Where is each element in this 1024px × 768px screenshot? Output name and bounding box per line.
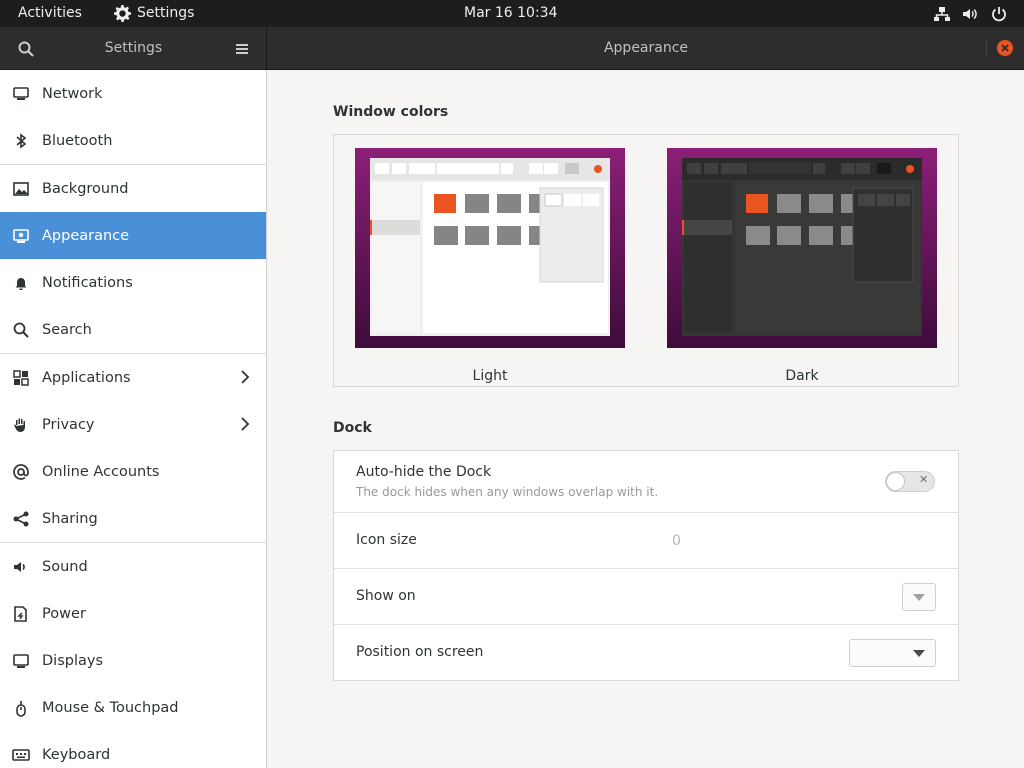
share-icon xyxy=(12,510,30,528)
chevron-right-icon xyxy=(241,417,250,431)
sidebar-item-mouse-touchpad[interactable]: Mouse & Touchpad xyxy=(0,684,266,731)
sidebar-item-keyboard[interactable]: Keyboard xyxy=(0,731,266,768)
sidebar-item-notifications[interactable]: Notifications xyxy=(0,259,266,306)
auto-hide-label: Auto-hide the Dock xyxy=(356,464,492,480)
network-icon xyxy=(12,85,30,103)
mouse-icon xyxy=(12,699,30,717)
search-icon xyxy=(12,321,30,339)
close-icon xyxy=(1001,44,1009,52)
position-label: Position on screen xyxy=(356,644,484,660)
sidebar-item-label: Online Accounts xyxy=(42,463,160,480)
show-on-label: Show on xyxy=(356,588,416,604)
top-bar: Activities Settings Mar 16 10:34 xyxy=(0,0,1024,27)
sidebar-item-label: Keyboard xyxy=(42,746,111,763)
dock-heading: Dock xyxy=(333,420,372,436)
icon-size-label: Icon size xyxy=(356,532,417,548)
sidebar-item-sound[interactable]: Sound xyxy=(0,543,266,590)
sidebar-header: Settings xyxy=(0,27,267,70)
close-button[interactable] xyxy=(997,40,1013,56)
app-menu-button[interactable]: Settings xyxy=(114,0,194,27)
sidebar: Network Bluetooth Background Appearance … xyxy=(0,70,267,768)
dock-settings-list: Auto-hide the Dock The dock hides when a… xyxy=(333,450,959,681)
speaker-icon xyxy=(12,558,30,576)
sidebar-item-power[interactable]: Power xyxy=(0,590,266,637)
sidebar-item-label: Search xyxy=(42,321,92,338)
sidebar-item-background[interactable]: Background xyxy=(0,165,266,212)
chevron-down-icon xyxy=(913,650,925,657)
background-icon xyxy=(12,180,30,198)
show-on-dropdown[interactable] xyxy=(902,583,936,611)
sidebar-item-label: Network xyxy=(42,85,103,102)
bluetooth-icon xyxy=(12,132,30,150)
icon-size-row[interactable]: Icon size 0 xyxy=(334,513,958,569)
sidebar-item-network[interactable]: Network xyxy=(0,70,266,117)
app-menu-label: Settings xyxy=(137,5,195,21)
grid-icon xyxy=(12,369,30,387)
light-theme-preview xyxy=(355,148,625,348)
position-row[interactable]: Position on screen xyxy=(334,625,958,681)
icon-size-value: 0 xyxy=(672,533,681,549)
auto-hide-description: The dock hides when any windows overlap … xyxy=(356,485,659,499)
show-on-row[interactable]: Show on xyxy=(334,569,958,625)
window-colors-frame: Light Dark xyxy=(333,134,959,387)
sidebar-item-label: Mouse & Touchpad xyxy=(42,699,179,716)
at-icon xyxy=(12,463,30,481)
chevron-down-icon xyxy=(913,594,925,601)
sidebar-item-privacy[interactable]: Privacy xyxy=(0,401,266,448)
header-bar: Settings Appearance xyxy=(0,27,1024,70)
toggle-off-icon: ✕ xyxy=(919,473,929,486)
sidebar-item-search[interactable]: Search xyxy=(0,306,266,353)
search-icon[interactable] xyxy=(17,40,35,58)
sidebar-item-label: Sound xyxy=(42,558,88,575)
sidebar-item-label: Sharing xyxy=(42,510,98,527)
position-dropdown[interactable] xyxy=(849,639,936,667)
settings-title: Settings xyxy=(104,40,163,56)
dark-theme-option[interactable]: Dark xyxy=(667,148,937,384)
sidebar-item-sharing[interactable]: Sharing xyxy=(0,495,266,542)
power-plug-icon xyxy=(12,605,30,623)
sidebar-item-label: Privacy xyxy=(42,416,95,433)
window-colors-heading: Window colors xyxy=(333,104,449,120)
display-icon xyxy=(12,652,30,670)
volume-icon[interactable] xyxy=(961,5,979,23)
dark-theme-label: Dark xyxy=(785,368,819,384)
sidebar-item-applications[interactable]: Applications xyxy=(0,354,266,401)
sidebar-item-appearance[interactable]: Appearance xyxy=(0,212,266,259)
sidebar-item-label: Power xyxy=(42,605,86,622)
network-wired-icon[interactable] xyxy=(933,5,951,23)
sidebar-item-label: Bluetooth xyxy=(42,132,113,149)
main-panel: Window colors Light Dark Dock Auto-hide … xyxy=(268,70,1024,768)
hamburger-menu-icon[interactable] xyxy=(234,42,250,56)
sidebar-item-label: Background xyxy=(42,180,129,197)
gear-icon xyxy=(114,5,131,22)
power-icon[interactable] xyxy=(990,5,1008,23)
clock[interactable]: Mar 16 10:34 xyxy=(464,0,557,27)
sidebar-item-displays[interactable]: Displays xyxy=(0,637,266,684)
sidebar-item-label: Notifications xyxy=(42,274,133,291)
dark-theme-preview xyxy=(667,148,937,348)
toggle-knob xyxy=(886,472,905,491)
bell-icon xyxy=(12,274,30,292)
sidebar-item-online-accounts[interactable]: Online Accounts xyxy=(0,448,266,495)
sidebar-item-label: Displays xyxy=(42,652,104,669)
sidebar-item-bluetooth[interactable]: Bluetooth xyxy=(0,117,266,164)
keyboard-icon xyxy=(12,746,30,764)
header-separator xyxy=(986,39,987,58)
light-theme-option[interactable]: Light xyxy=(355,148,625,384)
hand-icon xyxy=(12,416,30,434)
light-theme-label: Light xyxy=(472,368,508,384)
auto-hide-row[interactable]: Auto-hide the Dock The dock hides when a… xyxy=(334,451,958,513)
sidebar-item-label: Appearance xyxy=(42,227,130,244)
appearance-icon xyxy=(12,227,30,245)
sidebar-item-label: Applications xyxy=(42,369,131,386)
auto-hide-toggle[interactable]: ✕ xyxy=(885,471,935,492)
activities-button[interactable]: Activities xyxy=(18,0,82,27)
chevron-right-icon xyxy=(241,370,250,384)
page-title: Appearance xyxy=(603,40,689,56)
